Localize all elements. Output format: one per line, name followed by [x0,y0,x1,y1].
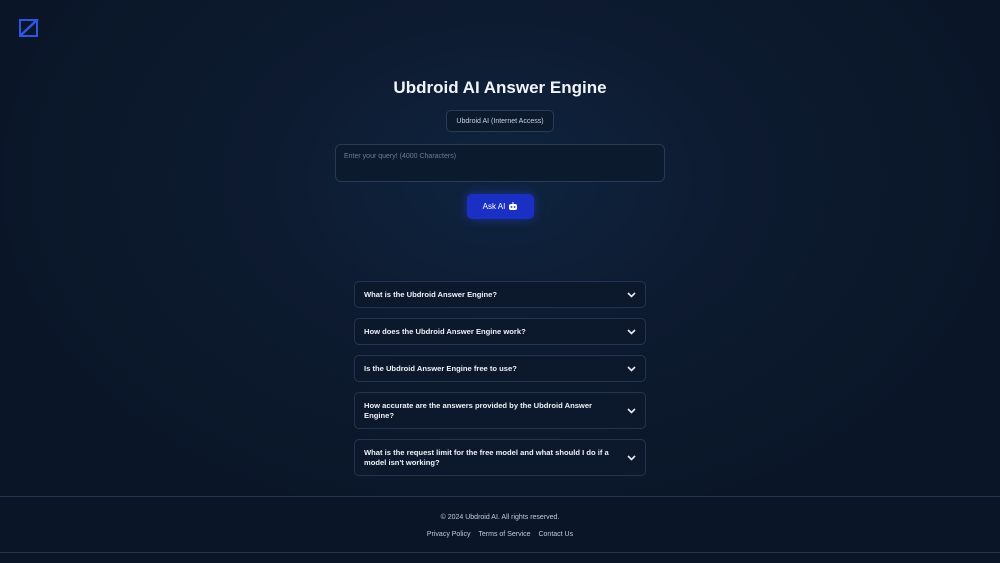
ask-ai-button[interactable]: Ask AI [467,194,534,219]
chevron-down-icon [627,365,636,372]
faq-question: How accurate are the answers provided by… [364,401,593,420]
privacy-policy-link[interactable]: Privacy Policy [427,531,471,538]
chevron-down-icon [627,407,636,414]
page-title: Ubdroid AI Answer Engine [393,78,607,97]
footer-links: Privacy Policy Terms of Service Contact … [0,531,1000,538]
faq-item[interactable]: How does the Ubdroid Answer Engine work? [354,318,646,345]
logo-icon[interactable] [19,19,39,37]
faq-question: How does the Ubdroid Answer Engine work? [364,326,526,336]
faq-question: Is the Ubdroid Answer Engine free to use… [364,363,517,373]
ask-ai-label: Ask AI [482,202,506,211]
contact-us-link[interactable]: Contact Us [538,531,573,538]
model-select[interactable]: Ubdroid AI (Internet Access) [446,110,554,132]
chevron-down-icon [627,328,636,335]
faq-question: What is the Ubdroid Answer Engine? [364,289,498,299]
faq-item[interactable]: How accurate are the answers provided by… [354,392,646,429]
terms-of-service-link[interactable]: Terms of Service [478,531,530,538]
footer: © 2024 Ubdroid AI. All rights reserved. … [0,496,1000,553]
robot-icon [509,202,518,210]
faq-item[interactable]: What is the Ubdroid Answer Engine? [354,281,646,308]
faq-item[interactable]: What is the request limit for the free m… [354,439,646,476]
chevron-down-icon [627,291,636,298]
faq-item[interactable]: Is the Ubdroid Answer Engine free to use… [354,355,646,382]
faq-question: What is the request limit for the free m… [364,448,609,467]
copyright: © 2024 Ubdroid AI. All rights reserved. [440,514,560,521]
query-input[interactable]: Enter your query! (4000 Characters) [335,144,665,182]
chevron-down-icon [627,454,636,461]
